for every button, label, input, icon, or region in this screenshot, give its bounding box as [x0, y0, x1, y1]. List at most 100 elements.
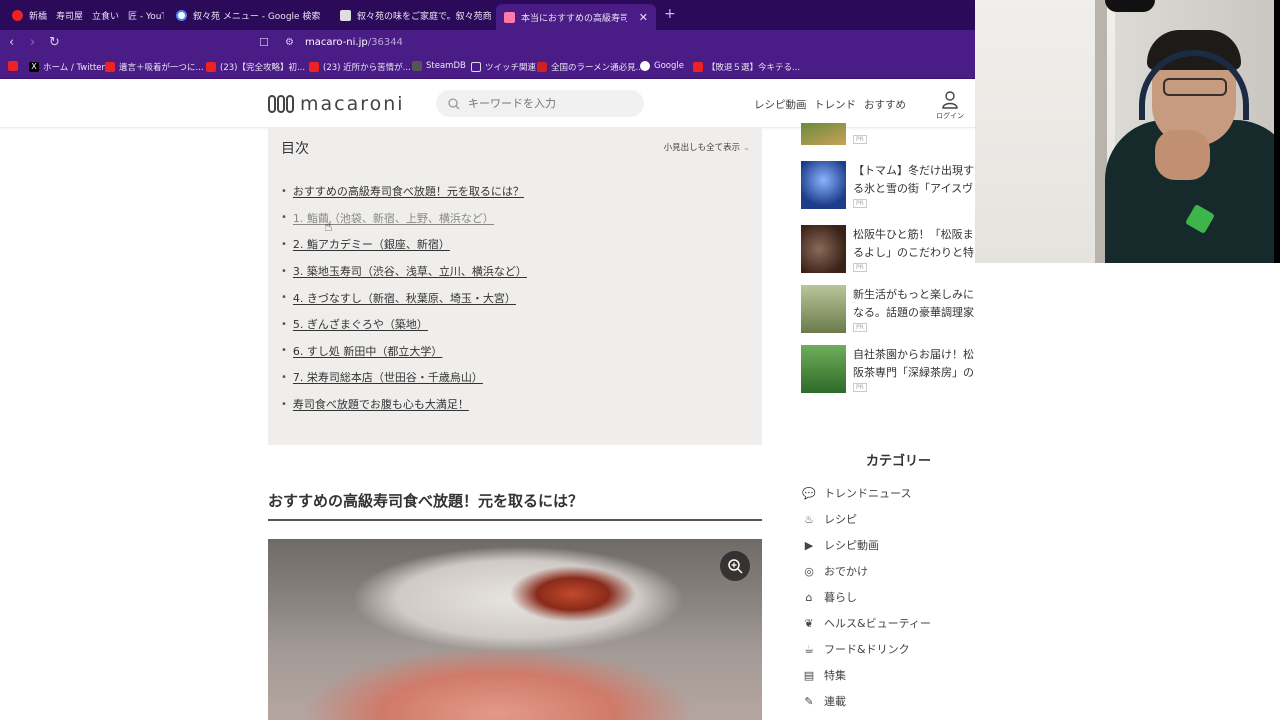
bookmark-item[interactable]: (23) 近所から苦情が...: [309, 61, 411, 73]
bookmark-star-icon[interactable]: ☐: [259, 36, 269, 49]
wall-background: [975, 0, 1115, 263]
bookmark-item[interactable]: SteamDB: [412, 61, 466, 71]
bookmark-item[interactable]: X ホーム / Twitter: [29, 61, 105, 73]
recommended-article[interactable]: 【トマム】冬だけ出現する氷と雪の街「アイスヴィレッジ」 PR: [801, 161, 975, 211]
folder-icon: [471, 62, 481, 72]
recommended-article[interactable]: 新生活がもっと楽しみになる。話題の豪華調理家電が当たる PR: [801, 285, 975, 335]
bookmark-item[interactable]: Google: [640, 61, 684, 71]
youtube-icon: [693, 62, 703, 72]
reload-icon[interactable]: ↻: [49, 35, 60, 50]
pr-badge: PR: [853, 383, 867, 392]
category-label: 暮らし: [824, 591, 857, 604]
toc-link[interactable]: おすすめの高級寿司食べ放題！元を取るには？: [293, 183, 524, 199]
tab-bar: 新橋 寿司屋 立食い 匠 - YouTube 叙々苑 メニュー - Google…: [0, 0, 975, 30]
category-item[interactable]: ✎ 連載: [802, 693, 846, 709]
youtube-icon: [309, 62, 319, 72]
close-tab-icon[interactable]: ✕: [639, 11, 648, 24]
bookmarks-bar: X ホーム / Twitter 遺言＋吸着が一つに... (23)【完全攻略】初.…: [0, 56, 975, 79]
frame-edge: [1274, 0, 1280, 263]
category-item[interactable]: 💬 トレンドニュース: [802, 485, 911, 501]
article-thumbnail: [801, 345, 846, 393]
category-item[interactable]: ☕ フード&ドリンク: [802, 641, 910, 657]
category-item[interactable]: ⌂ 暮らし: [802, 589, 858, 605]
tab-label: 新橋 寿司屋 立食い 匠 - YouTube: [29, 11, 164, 22]
section-heading: おすすめの高級寿司食べ放題！元を取るには？: [268, 490, 762, 521]
google-icon: [176, 9, 187, 21]
nav-recipe-video[interactable]: レシピ動画: [754, 97, 807, 112]
toc-link[interactable]: 6. すし処 新田中（都立大学）: [293, 343, 443, 359]
camera-device: [1105, 0, 1155, 12]
chevron-down-icon: ⌄: [742, 143, 750, 153]
toc-toggle-label: 小見出しも全て表示: [663, 143, 741, 153]
recommended-article[interactable]: 自社茶園からお届け！松阪茶専門「深緑茶房」のこだわり PR: [801, 345, 975, 395]
person-hand: [1155, 130, 1210, 180]
category-item[interactable]: ◎ おでかけ: [802, 563, 868, 579]
article-thumbnail: [801, 123, 846, 145]
toc-link[interactable]: 5. ぎんざまぐろや（築地）: [293, 316, 428, 332]
toc-link[interactable]: 2. 鮨アカデミー（銀座、新宿）: [293, 236, 450, 252]
tab-label: 本当におすすめの高級寿司食べ放題: [521, 13, 627, 24]
tab-jojoen[interactable]: 叙々苑の味をご家庭で。叙々苑商品総: [332, 4, 492, 26]
bookmark-item[interactable]: [8, 61, 18, 71]
toc-link[interactable]: 3. 築地玉寿司（渋谷、浅草、立川、横浜など）: [293, 263, 527, 279]
bookmark-item[interactable]: (23)【完全攻略】初...: [206, 61, 305, 73]
category-item[interactable]: ▤ 特集: [802, 667, 846, 683]
bookmark-label: 【敗退５選】今キテる...: [707, 63, 801, 73]
recommended-article[interactable]: 松阪牛ひと筋！「松阪まるよし」のこだわりと特徴、人気 PR: [801, 225, 975, 275]
bookmark-label: 全国のラーメン通必見...: [551, 63, 644, 73]
tab-macaroni-active[interactable]: 本当におすすめの高級寿司食べ放題 ✕: [496, 4, 656, 30]
category-item[interactable]: ▶ レシピ動画: [802, 537, 879, 553]
macaroni-favicon-icon: [504, 11, 515, 23]
table-of-contents: 目次 小見出しも全て表示 ⌄ おすすめの高級寿司食べ放題！元を取るには？ 1. …: [268, 128, 762, 445]
forward-icon[interactable]: ›: [30, 35, 35, 50]
zoom-button[interactable]: [720, 551, 750, 581]
bookmark-label: ツイッチ関連: [485, 63, 537, 73]
category-label: 特集: [824, 669, 846, 682]
url-host: macaro-ni.jp: [305, 37, 368, 48]
hand-cursor-icon: ☝: [324, 219, 333, 235]
nav-recommended[interactable]: おすすめ: [864, 97, 906, 112]
article-title: 自社茶園からお届け！松阪茶専門「深緑茶房」のこだわり: [853, 348, 974, 379]
tab-youtube[interactable]: 新橋 寿司屋 立食い 匠 - YouTube: [4, 4, 164, 26]
toc-item: 1. 鮨繭（池袋、新宿、上野、横浜など）: [281, 205, 527, 232]
tab-google-search[interactable]: 叙々苑 メニュー - Google 検索: [168, 4, 328, 26]
back-icon[interactable]: ‹: [9, 35, 14, 50]
map-pin-icon: ◎: [804, 564, 814, 578]
bookmark-item[interactable]: 遺言＋吸着が一つに...: [105, 61, 204, 73]
article-title: 新生活がもっと楽しみになる。話題の豪華調理家電が当たる: [853, 288, 974, 319]
new-tab-button[interactable]: +: [664, 6, 676, 22]
zoom-in-icon: [728, 559, 743, 574]
ramen-site-icon: [537, 62, 547, 72]
google-icon: [640, 61, 650, 71]
category-item[interactable]: ♨ レシピ: [802, 511, 857, 527]
browser-window: 新橋 寿司屋 立食い 匠 - YouTube 叙々苑 メニュー - Google…: [0, 0, 975, 720]
nav-trend[interactable]: トレンド: [814, 97, 856, 112]
toc-link[interactable]: 寿司食べ放題でお腹も心も大満足！: [293, 396, 469, 412]
site-icon: [340, 9, 351, 21]
bookmark-item[interactable]: 【敗退５選】今キテる...: [693, 61, 800, 73]
bookmark-item[interactable]: 全国のラーメン通必見...: [537, 61, 644, 73]
bookmark-item[interactable]: ツイッチ関連: [471, 61, 536, 73]
youtube-icon: [8, 61, 18, 71]
recommended-article[interactable]: PR: [801, 123, 975, 147]
pr-badge: PR: [853, 135, 867, 144]
toc-item: おすすめの高級寿司食べ放題！元を取るには？: [281, 178, 527, 205]
bookmark-label: ホーム / Twitter: [43, 63, 106, 73]
bookmark-label: 遺言＋吸着が一つに...: [119, 63, 204, 73]
site-info-icon[interactable]: ⚙: [285, 37, 294, 48]
toc-link[interactable]: 4. きづなすし（新宿、秋葉原、埼玉・大宮）: [293, 290, 516, 306]
site-logo[interactable]: macaroni: [268, 93, 405, 115]
search-input[interactable]: [468, 97, 628, 110]
category-item[interactable]: ❦ ヘルス&ビューティー: [802, 615, 931, 631]
toc-expand-toggle[interactable]: 小見出しも全て表示 ⌄: [664, 141, 750, 153]
x-icon: X: [29, 62, 39, 72]
url-field[interactable]: macaro-ni.jp/36344: [305, 37, 403, 48]
toc-item: 2. 鮨アカデミー（銀座、新宿）: [281, 231, 527, 258]
login-button[interactable]: ログイン: [936, 91, 964, 121]
site-header: macaroni レシピ動画 トレンド おすすめ ログイン: [0, 79, 975, 128]
login-label: ログイン: [936, 112, 964, 120]
chat-bubble-icon: 💬: [802, 486, 816, 500]
toc-link[interactable]: 7. 栄寿司総本店（世田谷・千歳烏山）: [293, 369, 483, 385]
toc-item: 3. 築地玉寿司（渋谷、浅草、立川、横浜など）: [281, 258, 527, 285]
pr-badge: PR: [853, 199, 867, 208]
